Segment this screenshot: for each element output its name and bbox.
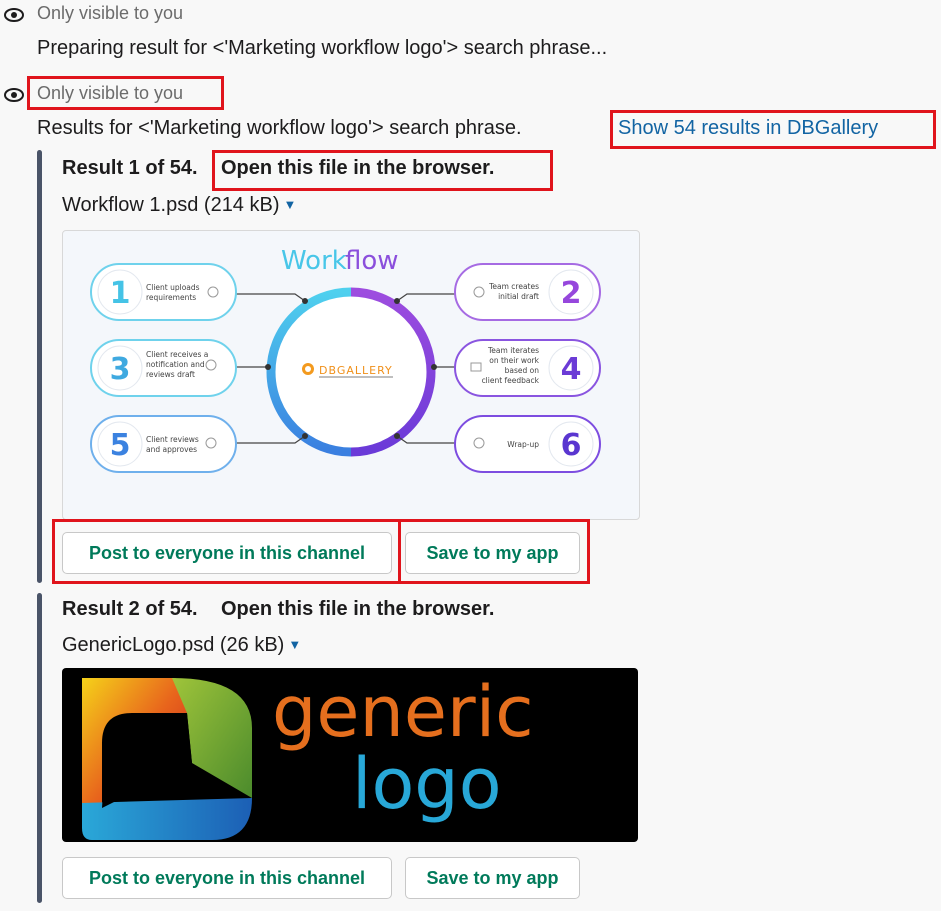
svg-text:Client receives a: Client receives a <box>146 350 208 359</box>
file-name: Workflow 1.psd (214 kB) ▼ <box>62 194 296 217</box>
svg-text:based on: based on <box>505 366 540 375</box>
visibility-label: Only visible to you <box>37 3 184 23</box>
svg-text:Team iterates: Team iterates <box>487 346 539 355</box>
post-to-channel-button[interactable]: Post to everyone in this channel <box>62 857 392 899</box>
svg-text:notification and: notification and <box>146 360 205 369</box>
logo-word-2: logo <box>352 743 502 825</box>
open-in-browser-link[interactable]: Open this file in the browser. <box>221 598 494 621</box>
workflow-image[interactable]: Work flow DBGALLERY 1 Client uploads req… <box>62 230 640 520</box>
svg-text:requirements: requirements <box>146 293 196 302</box>
step-6: 6 Wrap-up <box>454 415 601 473</box>
generic-logo-mark <box>82 678 252 840</box>
svg-text:3: 3 <box>110 352 131 387</box>
svg-text:on their work: on their work <box>489 356 539 365</box>
center-logo-text: DBGALLERY <box>319 364 393 377</box>
chevron-down-icon[interactable]: ▼ <box>284 197 297 212</box>
file-name-text: GenericLogo.psd (26 kB) <box>62 634 285 656</box>
step-3: 3 Client receives a notification and rev… <box>90 339 237 397</box>
svg-text:2: 2 <box>561 276 582 311</box>
generic-logo-graphic: generic logo <box>82 671 534 840</box>
svg-text:Client reviews: Client reviews <box>146 435 199 444</box>
svg-text:Client uploads: Client uploads <box>146 283 200 292</box>
workflow-diagram: Work flow DBGALLERY 1 Client uploads req… <box>90 246 601 473</box>
svg-text:6: 6 <box>561 428 582 463</box>
svg-text:and approves: and approves <box>146 445 197 454</box>
result-title: Result 1 of 54. <box>62 157 198 179</box>
eye-icon <box>4 8 24 22</box>
svg-text:1: 1 <box>110 276 131 311</box>
generic-logo-image[interactable]: generic logo <box>62 668 638 842</box>
logo-word-1: generic <box>272 671 534 753</box>
step-4: 4 Team iterates on their work based on c… <box>454 339 601 397</box>
show-results-link[interactable]: Show 54 results in DBGallery <box>618 117 878 140</box>
svg-text:initial draft: initial draft <box>498 292 539 301</box>
visibility-label: Only visible to you <box>37 83 184 103</box>
chevron-down-icon[interactable]: ▼ <box>288 637 301 652</box>
svg-text:client feedback: client feedback <box>482 376 540 385</box>
results-message: Results for <'Marketing workflow logo'> … <box>37 117 522 139</box>
step-1: 1 Client uploads requirements <box>90 263 237 321</box>
file-name-text: Workflow 1.psd (214 kB) <box>62 194 280 216</box>
step-5: 5 Client reviews and approves <box>90 415 237 473</box>
diagram-heading-b: flow <box>345 246 399 276</box>
attachment-bar <box>37 150 42 583</box>
step-2: 2 Team creates initial draft <box>454 263 601 321</box>
eye-icon <box>4 88 24 102</box>
save-to-app-button[interactable]: Save to my app <box>405 857 580 899</box>
preparing-message: Preparing result for <'Marketing workflo… <box>37 37 608 59</box>
attachment-bar <box>37 593 42 903</box>
svg-text:5: 5 <box>110 428 131 463</box>
diagram-heading-a: Work <box>281 246 347 276</box>
svg-text:Wrap-up: Wrap-up <box>507 440 539 449</box>
file-name: GenericLogo.psd (26 kB) ▼ <box>62 634 301 657</box>
result-title: Result 2 of 54. <box>62 598 198 620</box>
post-to-channel-button[interactable]: Post to everyone in this channel <box>62 532 392 574</box>
svg-text:4: 4 <box>561 352 582 387</box>
svg-text:reviews draft: reviews draft <box>146 370 195 379</box>
save-to-app-button[interactable]: Save to my app <box>405 532 580 574</box>
svg-text:Team creates: Team creates <box>488 282 539 291</box>
open-in-browser-link[interactable]: Open this file in the browser. <box>221 157 494 180</box>
